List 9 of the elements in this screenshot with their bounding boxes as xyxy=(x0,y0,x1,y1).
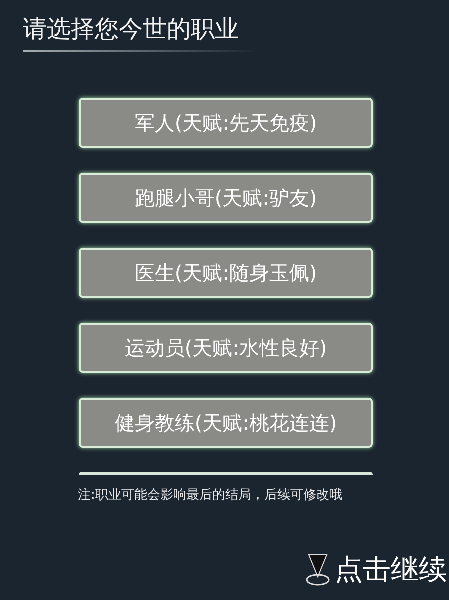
page-title: 请选择您今世的职业 xyxy=(23,14,239,45)
career-button[interactable]: 运动员(天赋:水性良好) xyxy=(79,323,373,373)
career-button[interactable]: 医生(天赋:随身玉佩) xyxy=(79,248,373,298)
career-button[interactable]: 健身教练(天赋:桃花连连) xyxy=(79,398,373,448)
career-button[interactable]: 军人(天赋:先天免疫) xyxy=(79,98,373,148)
career-button[interactable]: 跑腿小哥(天赋:驴友) xyxy=(79,173,373,223)
continue-button[interactable]: 点击继续 xyxy=(305,552,447,588)
pointer-icon xyxy=(305,553,331,587)
note-text: 注:职业可能会影响最后的结局，后续可修改哦 xyxy=(78,487,342,505)
